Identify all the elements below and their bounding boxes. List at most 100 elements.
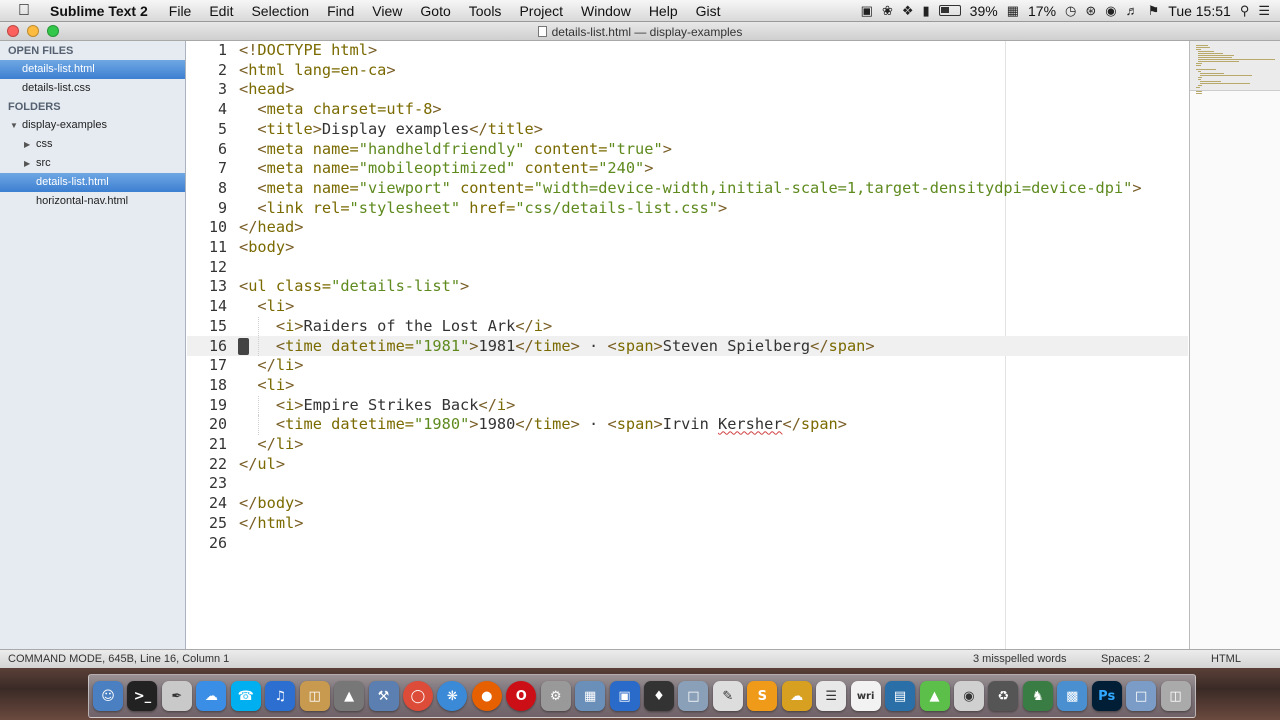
disclosure-triangle-closed-icon[interactable]: ▶ — [24, 154, 30, 173]
safari-icon[interactable]: ❋ — [437, 681, 468, 711]
xcode-icon[interactable]: ⚒ — [368, 681, 399, 711]
open-file-item-details-list-css[interactable]: details-list.css — [0, 79, 185, 98]
code-line[interactable]: </body> — [239, 494, 303, 514]
code-line[interactable]: <li> — [239, 376, 294, 396]
app-menu[interactable]: Sublime Text 2 — [48, 3, 160, 19]
menu-help[interactable]: Help — [640, 3, 687, 19]
code-line[interactable]: <i>Raiders of the Lost Ark</i> — [239, 317, 552, 337]
clock[interactable]: Tue 15:51 — [1168, 3, 1231, 19]
disclosure-triangle-open-icon[interactable]: ▼ — [10, 116, 18, 135]
keyboard-flag-icon[interactable]: ⚑ — [1148, 3, 1160, 19]
menu-project[interactable]: Project — [510, 3, 572, 19]
minimap[interactable] — [1189, 41, 1280, 649]
code-line[interactable]: <!DOCTYPE html> — [239, 41, 377, 61]
apple-menu-icon[interactable]:  — [0, 2, 48, 20]
menu-edit[interactable]: Edit — [200, 3, 242, 19]
chrome-icon[interactable]: ◯ — [402, 681, 433, 711]
code-line[interactable]: <li> — [239, 297, 294, 317]
package-icon[interactable]: ◫ — [299, 681, 330, 711]
messages-icon[interactable]: ☁ — [196, 681, 227, 711]
volume-icon[interactable]: ♬ — [1126, 3, 1139, 18]
battery-percent[interactable]: 39% — [970, 3, 998, 19]
chess-icon[interactable]: ♞ — [1022, 681, 1053, 711]
menu-file[interactable]: File — [160, 3, 201, 19]
code-line[interactable]: <i>Empire Strikes Back</i> — [239, 396, 516, 416]
menu-window[interactable]: Window — [572, 3, 640, 19]
dropbox-icon[interactable]: ❖ — [902, 3, 914, 19]
menu-goto[interactable]: Goto — [411, 3, 459, 19]
screenflow-icon[interactable]: ▤ — [885, 681, 916, 711]
code-line[interactable]: <meta name="viewport" content="width=dev… — [239, 179, 1141, 199]
notes-icon[interactable]: ✎ — [712, 681, 743, 711]
menu-gist[interactable]: Gist — [687, 3, 730, 19]
notification-center-icon[interactable]: ☰ — [1258, 3, 1270, 19]
code-line[interactable]: <link rel="stylesheet" href="css/details… — [239, 199, 727, 219]
status-spelling[interactable]: 3 misspelled words — [973, 653, 1067, 665]
menu-find[interactable]: Find — [318, 3, 363, 19]
code-line[interactable]: </head> — [239, 218, 303, 238]
battery-icon[interactable] — [938, 5, 961, 16]
code-line[interactable]: </li> — [239, 356, 303, 376]
time-machine-icon[interactable]: ◷ — [1065, 3, 1076, 19]
photo-icon[interactable]: ▩ — [1057, 681, 1088, 711]
code-line[interactable]: </ul> — [239, 455, 285, 475]
code-line[interactable]: <body> — [239, 238, 294, 258]
folder-item-css[interactable]: ▶ css — [0, 135, 185, 154]
preview-icon[interactable]: ▦ — [575, 681, 606, 711]
status-syntax[interactable]: HTML — [1211, 653, 1241, 665]
code-line[interactable]: <html lang=en-ca> — [239, 61, 396, 81]
dock: ☺ >_ ✒ ☁ ☎ ♫ ◫ ▲ ⚒ ◯ ❋ ● O ⚙ ▦ ▣ ♦ □ ✎ S… — [88, 674, 1196, 718]
finder-icon[interactable]: ☺ — [93, 681, 123, 711]
bluetooth-icon[interactable]: ⊛ — [1085, 3, 1096, 19]
photoshop-icon[interactable]: Ps — [1091, 681, 1122, 711]
code-line[interactable]: <meta name="handheldfriendly" content="t… — [239, 140, 671, 160]
code-line[interactable]: <ul class="details-list"> — [239, 277, 469, 297]
code-editor[interactable]: 1 2 3 4 5 6 7 8 9 10 11 12 13 14 15 16 17 18 19 20 21 22 23 24 2… — [187, 41, 1188, 649]
status-indentation[interactable]: Spaces: 2 — [1101, 653, 1150, 665]
utility-icon[interactable]: ♻ — [988, 681, 1019, 711]
menu-view[interactable]: View — [363, 3, 411, 19]
file-item-details-list-html[interactable]: details-list.html — [0, 173, 185, 192]
coda-icon[interactable]: ☁ — [781, 681, 812, 711]
fan-icon[interactable]: ❀ — [882, 3, 893, 19]
code-line[interactable]: <title>Display examples</title> — [239, 120, 543, 140]
screen-record-icon[interactable]: ▣ — [861, 3, 873, 19]
itunes-icon[interactable]: ♫ — [265, 681, 296, 711]
open-file-item-details-list-html[interactable]: details-list.html — [0, 60, 185, 79]
automator-icon[interactable]: ⚙ — [540, 681, 571, 711]
rocket-icon[interactable]: ▲ — [334, 681, 365, 711]
pen-app-icon[interactable]: ✒ — [161, 681, 192, 711]
menu-selection[interactable]: Selection — [242, 3, 318, 19]
file-item-horizontal-nav-html[interactable]: horizontal-nav.html — [0, 192, 185, 211]
textedit-icon[interactable]: ☰ — [816, 681, 847, 711]
code-line[interactable]: <head> — [239, 80, 294, 100]
folder-item-display-examples[interactable]: ▼ display-examples — [0, 116, 185, 135]
system-tool-icon[interactable]: ▣ — [609, 681, 640, 711]
folder-item-src[interactable]: ▶ src — [0, 154, 185, 173]
drive-icon[interactable]: ▲ — [919, 681, 950, 711]
wifi-icon[interactable]: ◉ — [1105, 3, 1116, 19]
code-line[interactable]: </html> — [239, 514, 303, 534]
code-line[interactable]: <meta charset=utf-8> — [239, 100, 441, 120]
sublime-text-icon[interactable]: S — [747, 681, 778, 711]
phone-icon[interactable]: ▮ — [923, 3, 930, 19]
code-line[interactable]: </li> — [239, 435, 303, 455]
cpu-icon[interactable]: ▦ — [1007, 3, 1019, 19]
menu-tools[interactable]: Tools — [460, 3, 511, 19]
writer-icon[interactable]: wri — [850, 681, 881, 711]
code-line[interactable]: <meta name="mobileoptimized" content="24… — [239, 159, 653, 179]
disclosure-triangle-closed-icon[interactable]: ▶ — [24, 135, 30, 154]
terminal-icon[interactable]: >_ — [127, 681, 158, 711]
trash-icon[interactable]: ◫ — [1160, 681, 1191, 711]
code-line[interactable]: <time datetime="1981">1981</time> · <spa… — [239, 337, 875, 357]
dashboard-icon[interactable]: ◉ — [953, 681, 984, 711]
code-line[interactable]: <time datetime="1980">1980</time> · <spa… — [239, 415, 847, 435]
cpu-percent[interactable]: 17% — [1028, 3, 1056, 19]
firefox-icon[interactable]: ● — [471, 681, 502, 711]
spotlight-search-icon[interactable]: ⚲ — [1240, 3, 1250, 19]
opera-icon[interactable]: O — [506, 681, 537, 711]
downloads-stack-icon[interactable]: □ — [1126, 681, 1157, 711]
cat-app-icon[interactable]: ♦ — [644, 681, 674, 711]
folder-app-icon[interactable]: □ — [678, 681, 709, 711]
skype-icon[interactable]: ☎ — [230, 681, 261, 711]
